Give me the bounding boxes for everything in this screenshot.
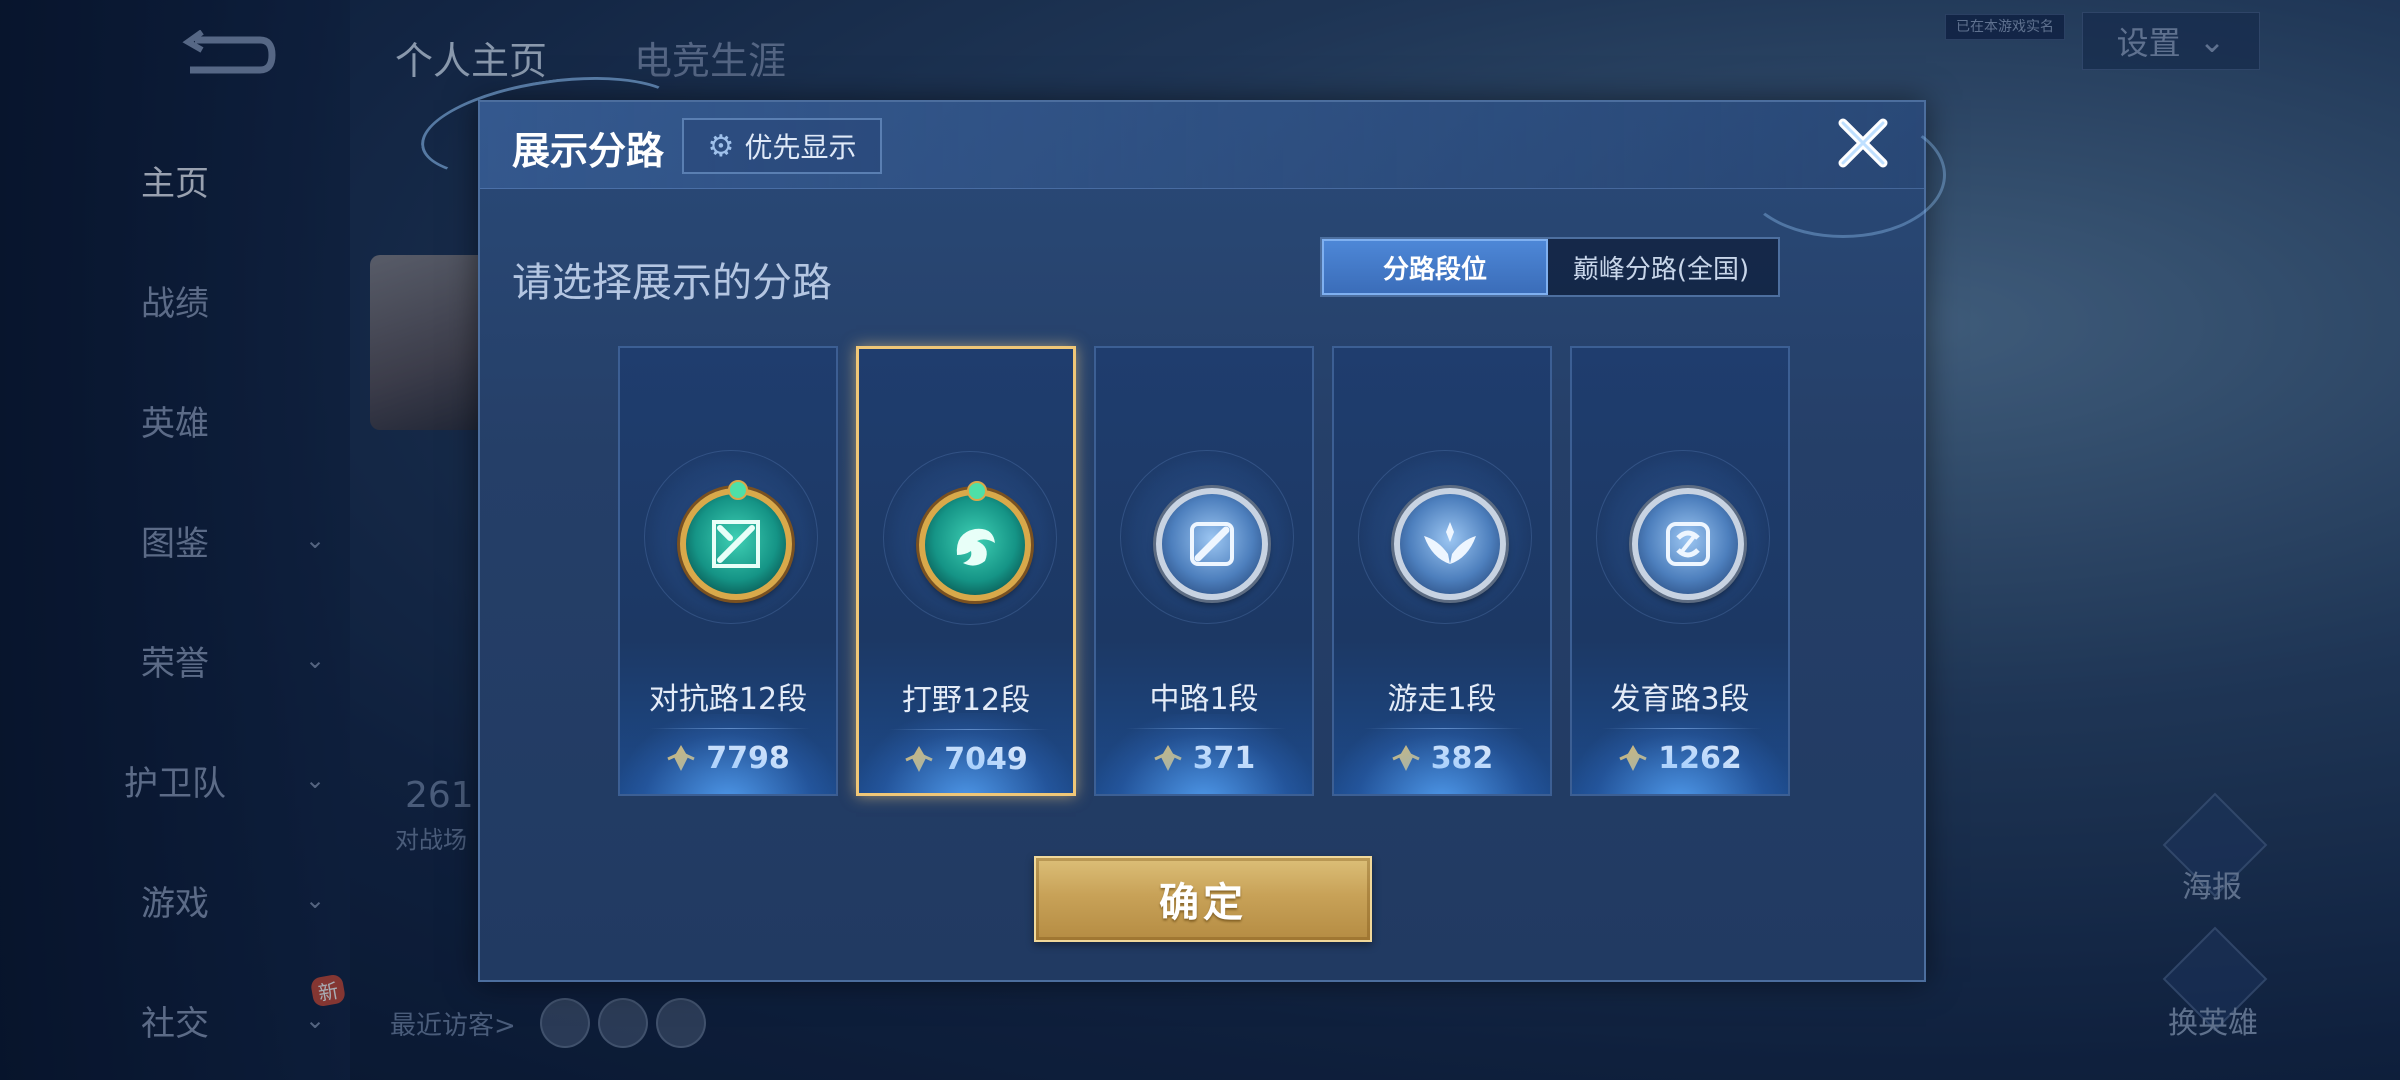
- slash-icon: [1190, 522, 1234, 566]
- lane-rank-label: 对抗路12段: [648, 682, 808, 717]
- gem-icon: [728, 480, 748, 500]
- gem-icon: [967, 481, 987, 501]
- lane-mode-toggle: 分路段位 巅峰分路(全国): [1320, 237, 1780, 297]
- gear-icon: ⚙: [707, 128, 735, 164]
- dialog-subtitle: 请选择展示的分路: [512, 260, 832, 306]
- roam-emblem-icon: [1394, 488, 1506, 600]
- card-glow: [1096, 714, 1312, 794]
- wings-icon: [1424, 522, 1476, 564]
- toggle-lane-rank[interactable]: 分路段位: [1322, 239, 1548, 295]
- priority-label: 优先显示: [744, 131, 857, 164]
- lane-card-roam[interactable]: 游走1段 382: [1332, 346, 1552, 796]
- target-icon: [1666, 522, 1710, 566]
- lane-card-farm[interactable]: 发育路3段 1262: [1570, 346, 1790, 796]
- close-button[interactable]: [1832, 112, 1894, 174]
- mid-lane-emblem-icon: [1156, 488, 1268, 600]
- lane-rank-label: 游走1段: [1387, 682, 1497, 717]
- card-glow: [1572, 714, 1788, 794]
- card-glow: [620, 714, 836, 794]
- crossed-swords-icon: [712, 520, 760, 568]
- lane-rank-label: 发育路3段: [1610, 682, 1750, 717]
- jungle-emblem-icon: [919, 481, 1031, 601]
- lane-rank-label: 中路1段: [1149, 682, 1259, 717]
- confirm-button[interactable]: 确定: [1034, 856, 1372, 942]
- farm-lane-emblem-icon: [1632, 488, 1744, 600]
- close-icon: [1838, 118, 1888, 168]
- card-glow: [1334, 714, 1550, 794]
- priority-display-button[interactable]: ⚙ 优先显示: [682, 118, 882, 174]
- lane-card-mid[interactable]: 中路1段 371: [1094, 346, 1314, 796]
- dragon-icon: [956, 528, 995, 566]
- lane-card-jungle[interactable]: 打野12段 7049: [856, 346, 1076, 796]
- lane-card-clash[interactable]: 对抗路12段 7798: [618, 346, 838, 796]
- dialog-title: 展示分路: [512, 129, 665, 173]
- card-glow: [859, 713, 1073, 793]
- clash-lane-emblem-icon: [680, 480, 792, 600]
- lane-display-dialog: 展示分路 ⚙ 优先显示 请选择展示的分路 分路段位 巅峰分路(全国) 对抗路12…: [414, 61, 1946, 982]
- toggle-peak-lane[interactable]: 巅峰分路(全国): [1548, 239, 1774, 295]
